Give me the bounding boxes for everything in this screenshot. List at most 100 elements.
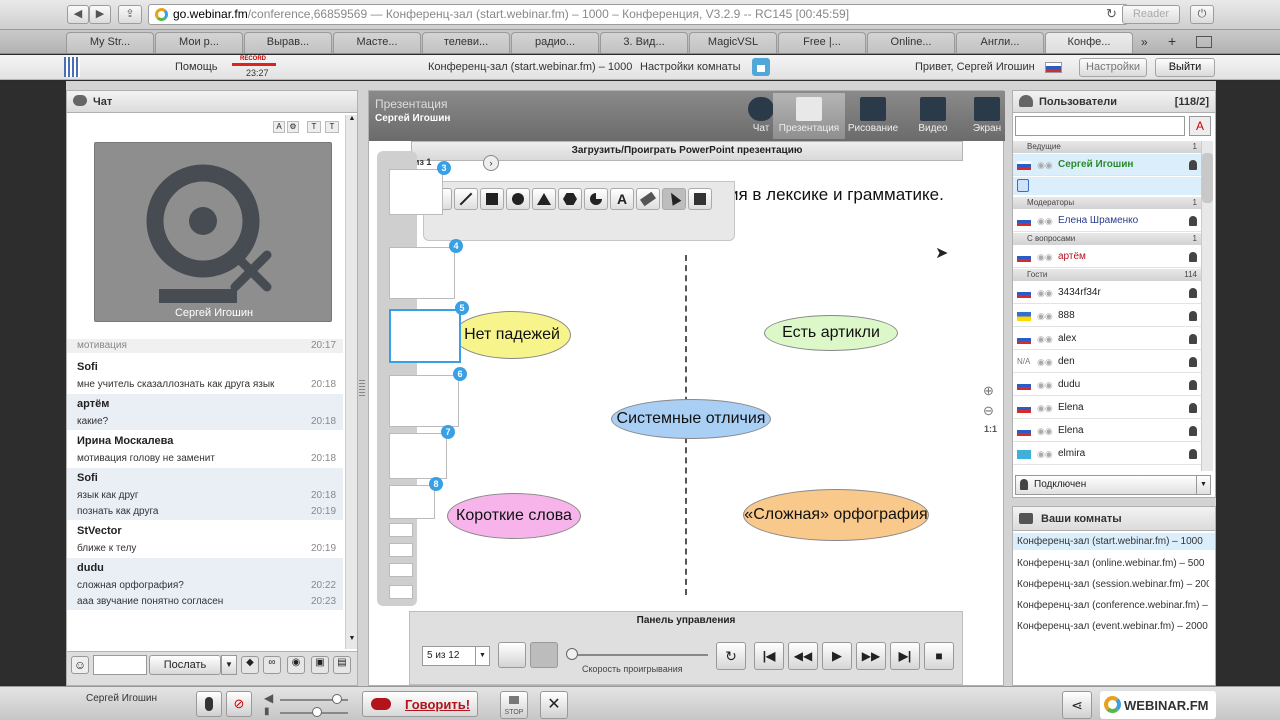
- slide-list-icon[interactable]: [498, 642, 526, 668]
- logout-button[interactable]: Выйти: [1155, 58, 1215, 77]
- new-tab-icon[interactable]: +: [1168, 33, 1176, 49]
- mic-knob[interactable]: [312, 707, 322, 717]
- text-format-alt-icon[interactable]: T: [325, 121, 339, 133]
- line-tool-icon[interactable]: [454, 188, 478, 210]
- zoom-in-icon[interactable]: ⊕: [983, 383, 994, 399]
- pointer-off-icon[interactable]: [530, 642, 558, 668]
- slide-thumbnail[interactable]: [389, 543, 413, 557]
- slide-thumbnail[interactable]: [389, 309, 461, 363]
- save-drawing-icon[interactable]: [688, 188, 712, 210]
- browser-tab[interactable]: радио...: [511, 32, 599, 53]
- more-tabs-icon[interactable]: »: [1141, 35, 1148, 49]
- resize-handle[interactable]: [359, 380, 365, 396]
- mode-tab-4[interactable]: Экран: [959, 93, 1015, 139]
- emoji-icon[interactable]: ☺: [71, 656, 89, 674]
- room-settings-link[interactable]: Настройки комнаты: [640, 61, 741, 73]
- user-row[interactable]: ◉◉ alex: [1013, 328, 1201, 350]
- mode-tab-2[interactable]: Рисование: [845, 93, 901, 139]
- reader-button[interactable]: Reader: [1122, 5, 1180, 24]
- browser-tab[interactable]: Вырав...: [244, 32, 332, 53]
- sort-users-icon[interactable]: A: [1189, 116, 1211, 136]
- user-row[interactable]: ◉◉ 3434rf34r: [1013, 282, 1201, 304]
- help-link[interactable]: Помощь: [175, 61, 218, 73]
- text-size-icon[interactable]: A: [273, 121, 285, 133]
- browser-tab[interactable]: телеви...: [422, 32, 510, 53]
- lock-small-icon[interactable]: ▣: [311, 656, 329, 674]
- user-row[interactable]: ◉◉ 888: [1013, 305, 1201, 327]
- slide-select[interactable]: 5 из 12 ▼: [422, 646, 490, 666]
- settings-small-icon[interactable]: ⚙: [287, 121, 299, 133]
- browser-tab[interactable]: Англи...: [956, 32, 1044, 53]
- chat-scrollbar[interactable]: ▲ ▼: [345, 115, 357, 649]
- browser-tab[interactable]: Масте...: [333, 32, 421, 53]
- user-row[interactable]: ◉◉ Елена Шраменко: [1013, 210, 1201, 232]
- forward-button[interactable]: ▶: [89, 5, 111, 24]
- rectangle-tool-icon[interactable]: [480, 188, 504, 210]
- slide-thumbnail[interactable]: [389, 523, 413, 537]
- save-icon[interactable]: ▤: [333, 656, 351, 674]
- slide-thumbnail[interactable]: [389, 485, 435, 519]
- next-page-icon[interactable]: ›: [483, 155, 499, 171]
- hexagon-tool-icon[interactable]: [558, 188, 582, 210]
- lock-icon[interactable]: [752, 58, 770, 76]
- first-slide-icon[interactable]: |◀: [754, 642, 784, 670]
- chat-message-input[interactable]: [93, 655, 147, 675]
- address-bar[interactable]: go.webinar.fm/conference,66859569 — Конф…: [148, 4, 1128, 25]
- stop-button[interactable]: STOP: [500, 691, 528, 719]
- speed-slider-knob[interactable]: [566, 648, 578, 660]
- send-button[interactable]: Послать: [149, 655, 221, 675]
- back-button[interactable]: ◀: [67, 5, 89, 24]
- text-format-icon[interactable]: T: [307, 121, 321, 133]
- fast-forward-icon[interactable]: ▶▶: [856, 642, 886, 670]
- mode-tab-3[interactable]: Видео: [905, 93, 961, 139]
- browser-tab[interactable]: Free |...: [778, 32, 866, 53]
- slide-thumbnail[interactable]: [389, 563, 413, 577]
- user-search-input[interactable]: [1015, 116, 1185, 136]
- speak-button[interactable]: Говорить!: [362, 691, 478, 717]
- camera-off-icon[interactable]: ⊘: [226, 691, 252, 717]
- user-row[interactable]: ◉◉ elmira: [1013, 443, 1201, 465]
- browser-tab[interactable]: MagicVSL: [689, 32, 777, 53]
- slide-thumbnail[interactable]: [389, 247, 455, 299]
- host-tool-icon[interactable]: [1017, 179, 1029, 192]
- stop-icon[interactable]: ■: [924, 642, 954, 670]
- send-options-icon[interactable]: ▼: [221, 655, 237, 675]
- user-row[interactable]: ◉◉ артём: [1013, 246, 1201, 268]
- play-icon[interactable]: ▶: [822, 642, 852, 670]
- zoom-level[interactable]: 1:1: [984, 424, 997, 434]
- speed-slider[interactable]: [568, 654, 708, 656]
- refresh-icon[interactable]: ↻: [716, 642, 746, 670]
- users-scrollbar[interactable]: [1201, 141, 1213, 471]
- menu-grip-icon[interactable]: [64, 57, 80, 77]
- room-item[interactable]: Конференц-зал (session.webinar.fm) – 200…: [1017, 579, 1209, 590]
- settings-button[interactable]: Настройки: [1079, 58, 1147, 77]
- eraser-icon[interactable]: ◆: [241, 656, 259, 674]
- browser-tab[interactable]: Конфе...: [1045, 32, 1133, 53]
- user-row[interactable]: N/A ◉◉ den: [1013, 351, 1201, 373]
- mode-tab-1[interactable]: Презентация: [773, 93, 845, 139]
- eye-icon[interactable]: ◉: [287, 656, 305, 674]
- zoom-out-icon[interactable]: ⊖: [983, 403, 994, 419]
- reload-icon[interactable]: ↻: [1106, 6, 1117, 22]
- user-row[interactable]: ◉◉ dudu: [1013, 374, 1201, 396]
- browser-tab[interactable]: Мои р...: [155, 32, 243, 53]
- browser-tab[interactable]: My Str...: [66, 32, 154, 53]
- share-network-icon[interactable]: ⋖: [1062, 691, 1092, 719]
- room-item[interactable]: Конференц-зал (start.webinar.fm) – 1000: [1013, 533, 1215, 550]
- link-icon[interactable]: ∞: [263, 656, 281, 674]
- download-icon[interactable]: ⏻: [1190, 5, 1214, 24]
- user-row[interactable]: ◉◉ Elena: [1013, 420, 1201, 442]
- fullscreen-icon[interactable]: ✕: [540, 691, 568, 719]
- status-select[interactable]: Подключен ▼: [1015, 475, 1211, 495]
- triangle-tool-icon[interactable]: [532, 188, 556, 210]
- user-row[interactable]: ◉◉ Elena: [1013, 397, 1201, 419]
- slide-thumbnail[interactable]: [389, 169, 443, 215]
- room-item[interactable]: Конференц-зал (online.webinar.fm) – 500: [1017, 558, 1209, 569]
- browser-tab[interactable]: Online...: [867, 32, 955, 53]
- slide-thumbnail[interactable]: [389, 585, 413, 599]
- eraser-tool-icon[interactable]: [636, 188, 660, 210]
- slide-thumbnail[interactable]: [389, 433, 447, 479]
- browser-tab[interactable]: 3. Вид...: [600, 32, 688, 53]
- share-icon[interactable]: ⇪: [118, 5, 142, 24]
- circle-tool-icon[interactable]: [506, 188, 530, 210]
